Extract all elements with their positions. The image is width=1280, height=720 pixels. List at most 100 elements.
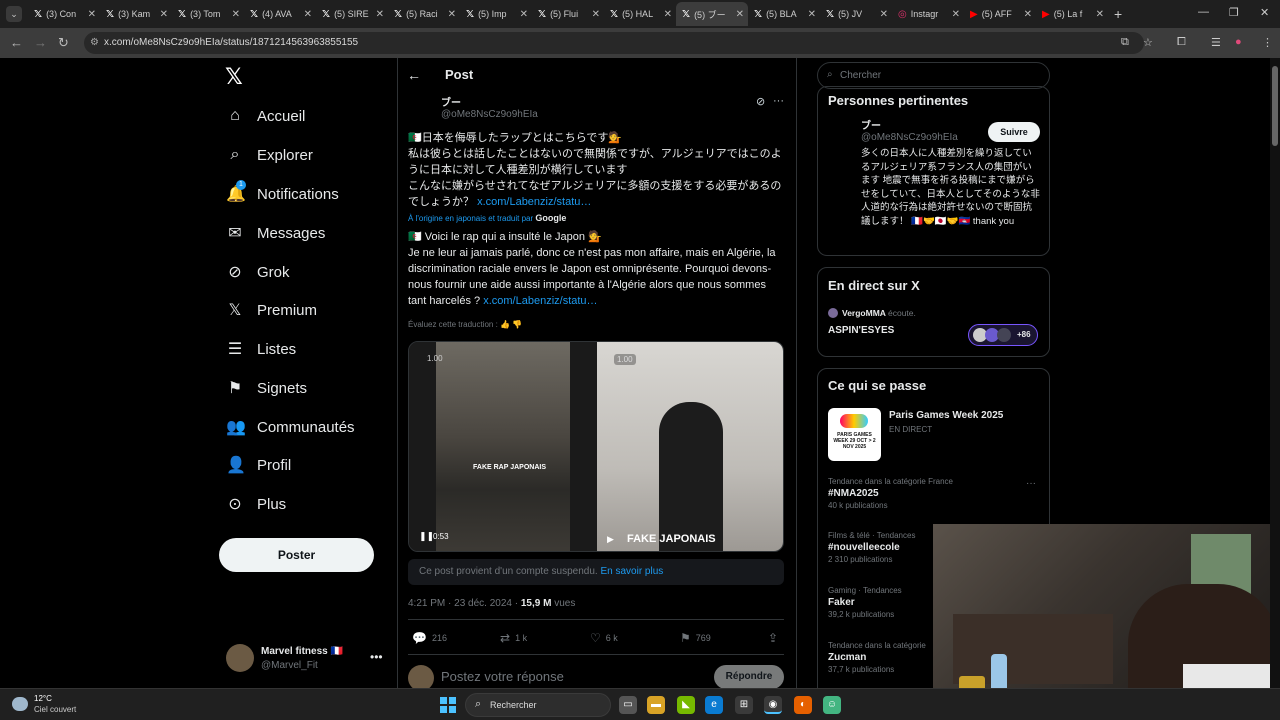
event-title[interactable]: Paris Games Week 2025 (889, 410, 1003, 421)
post-timestamp[interactable]: 4:21 PM · 23 déc. 2024 · (408, 598, 518, 609)
back-arrow-icon[interactable]: ← (407, 67, 421, 83)
more-icon[interactable]: ••• (370, 650, 383, 664)
more-icon[interactable]: ··· (773, 95, 784, 107)
chrome-icon[interactable]: ◉ (764, 696, 782, 714)
pause-icon[interactable]: ❚❚ (419, 531, 434, 542)
cloud-icon[interactable] (12, 697, 28, 711)
follow-button[interactable]: Suivre (988, 122, 1040, 142)
close-tab-icon[interactable]: ✕ (520, 9, 528, 20)
file-explorer-icon[interactable]: ▬ (647, 696, 665, 714)
close-tab-icon[interactable]: ✕ (448, 9, 456, 20)
chrome-menu-icon[interactable]: ⋮ (1262, 36, 1273, 49)
browser-tab[interactable]: 𝕏 (5) BLA ✕ (748, 2, 820, 26)
store-icon[interactable]: ⊞ (735, 696, 753, 714)
reading-list-icon[interactable]: ☰ (1211, 36, 1221, 49)
url-field[interactable]: ⚙ x.com/oMe8NsCz9o9hEIa/status/187121456… (84, 32, 1144, 54)
close-tab-icon[interactable]: ✕ (952, 9, 960, 20)
browser-tab[interactable]: 𝕏 (5) JV ✕ (820, 2, 892, 26)
live-listeners[interactable]: +86 (968, 324, 1038, 346)
browser-tab[interactable]: 𝕏 (4) AVA ✕ (244, 2, 316, 26)
thumbs-down-icon[interactable]: 👎 (512, 320, 522, 329)
nav-item-notifications[interactable]: 🔔 Notifications 1 (226, 180, 339, 206)
close-tab-icon[interactable]: ✕ (736, 9, 744, 20)
scrollbar[interactable] (1270, 58, 1280, 688)
thumbs-up-icon[interactable]: 👍 (500, 320, 510, 329)
author-handle[interactable]: @oMe8NsCz9o9hEIa (441, 109, 538, 120)
new-tab-button[interactable]: + (1114, 6, 1122, 22)
browser-tab[interactable]: 𝕏 (5) SIRE ✕ (316, 2, 388, 26)
grok-icon[interactable]: ⊘ (756, 95, 765, 108)
edge-icon[interactable]: e (705, 696, 723, 714)
event-thumbnail[interactable]: PARIS GAMES WEEK 29 OCT > 2 NOV 2025 (828, 408, 881, 461)
scrollbar-thumb[interactable] (1272, 66, 1278, 146)
close-tab-icon[interactable]: ✕ (1024, 9, 1032, 20)
nav-item-messages[interactable]: ✉ Messages (226, 221, 325, 245)
close-tab-icon[interactable]: ✕ (88, 9, 96, 20)
relevant-handle[interactable]: @oMe8NsCz9o9hEIa (861, 132, 958, 143)
profile-icon[interactable]: ● (1235, 36, 1242, 48)
close-tab-icon[interactable]: ✕ (376, 9, 384, 20)
nav-item-profil[interactable]: 👤 Profil (226, 453, 291, 477)
video-player[interactable]: FAKE RAP JAPONAIS 1.00 ❚❚ 0:53 FAKE JAPO… (408, 341, 784, 552)
browser-tab[interactable]: ◎ Instagr ✕ (892, 2, 964, 26)
close-tab-icon[interactable]: ✕ (232, 9, 240, 20)
post-button[interactable]: Poster (219, 538, 374, 572)
nav-item-listes[interactable]: ☰ Listes (226, 337, 296, 361)
task-view-icon[interactable]: ▭ (619, 696, 637, 714)
close-tab-icon[interactable]: ✕ (592, 9, 600, 20)
repost-action[interactable]: ⇄ 1 k (500, 631, 527, 645)
nav-item-communautés[interactable]: 👥 Communautés (226, 415, 355, 439)
reload-icon[interactable]: ↻ (58, 35, 69, 51)
restore-icon[interactable]: ❐ (1229, 6, 1239, 19)
site-info-icon[interactable]: ⚙ (90, 37, 99, 48)
tab-search-button[interactable]: ⌄ (6, 6, 22, 22)
firefox-icon[interactable]: ◐ (794, 696, 812, 714)
nav-item-premium[interactable]: 𝕏 Premium (226, 298, 317, 322)
nav-item-signets[interactable]: ⚑ Signets (226, 376, 307, 400)
nav-item-plus[interactable]: ⊙ Plus (226, 492, 286, 516)
close-tab-icon[interactable]: ✕ (808, 9, 816, 20)
account-switcher[interactable]: Marvel fitness 🇫🇷 @Marvel_Fit ••• (226, 644, 386, 674)
learn-more-link[interactable]: En savoir plus (600, 566, 663, 577)
more-icon[interactable]: ··· (1026, 478, 1036, 489)
windows-start-icon[interactable] (440, 697, 456, 713)
close-tab-icon[interactable]: ✕ (160, 9, 168, 20)
browser-tab[interactable]: ▶ (5) AFF ✕ (964, 2, 1036, 26)
browser-tab[interactable]: 𝕏 (5) HAL ✕ (604, 2, 676, 26)
bookmark-star-icon[interactable]: ☆ (1143, 36, 1153, 49)
browser-tab[interactable]: 𝕏 (3) Con ✕ (28, 2, 100, 26)
nav-item-grok[interactable]: ⊘ Grok (226, 260, 289, 284)
trend-item[interactable]: Tendance dans la catégorie France #NMA202… (828, 477, 1028, 510)
bookmark-action[interactable]: ⚑ 769 (680, 631, 711, 645)
nvidia-icon[interactable]: ◣ (677, 696, 695, 714)
live-title[interactable]: ASPIN'ESYES (828, 325, 894, 336)
original-link[interactable]: x.com/Labenziz/statu… (477, 196, 591, 208)
reply-input[interactable]: Postez votre réponse (441, 669, 564, 684)
browser-tab[interactable]: 𝕏 (5) Imp ✕ (460, 2, 532, 26)
like-action[interactable]: ♡ 6 k (590, 631, 618, 645)
minimize-icon[interactable]: — (1198, 6, 1209, 18)
forward-icon[interactable]: → (34, 35, 47, 50)
translated-link[interactable]: x.com/Labenziz/statu… (483, 295, 597, 307)
browser-tab[interactable]: 𝕏 (3) Tom ✕ (172, 2, 244, 26)
x-logo-icon[interactable]: 𝕏 (225, 64, 243, 90)
close-tab-icon[interactable]: ✕ (304, 9, 312, 20)
discord-icon[interactable]: ☺ (823, 696, 841, 714)
close-tab-icon[interactable]: ✕ (1096, 9, 1104, 20)
play-icon[interactable]: ▶ (607, 534, 614, 545)
close-tab-icon[interactable]: ✕ (664, 9, 672, 20)
extensions-icon[interactable]: ⧠ (1177, 36, 1186, 49)
install-app-icon[interactable]: ⧉ (1121, 36, 1129, 49)
browser-tab[interactable]: ▶ (5) La f ✕ (1036, 2, 1108, 26)
author-name[interactable]: ブー (441, 94, 461, 109)
search-input[interactable]: ⌕ Chercher (817, 62, 1050, 89)
browser-tab[interactable]: 𝕏 (5) ブー ✕ (676, 2, 748, 26)
browser-tab[interactable]: 𝕏 (3) Kam ✕ (100, 2, 172, 26)
share-action[interactable]: ⇪ (768, 631, 783, 645)
reply-button[interactable]: Répondre (714, 665, 784, 689)
relevant-name[interactable]: ブー (861, 117, 881, 132)
close-window-icon[interactable]: ✕ (1260, 6, 1269, 19)
nav-item-accueil[interactable]: ⌂ Accueil (226, 104, 305, 128)
close-tab-icon[interactable]: ✕ (880, 9, 888, 20)
reply-action[interactable]: 💬 216 (412, 631, 447, 645)
